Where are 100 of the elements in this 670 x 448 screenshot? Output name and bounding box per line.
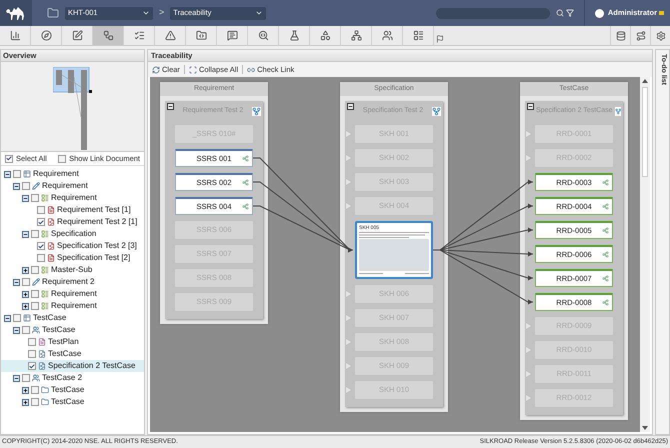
expand-icon[interactable] bbox=[22, 398, 29, 406]
flag-icon[interactable] bbox=[436, 35, 444, 43]
collapse-icon[interactable] bbox=[347, 103, 354, 110]
link-tree-icon[interactable] bbox=[602, 299, 609, 306]
expand-icon[interactable] bbox=[22, 290, 29, 298]
tree-item[interactable]: TestPlan bbox=[1, 336, 144, 348]
tree-item[interactable]: Requirement bbox=[1, 300, 144, 312]
tree-label: Requirement bbox=[51, 300, 97, 312]
scroll-thumb[interactable] bbox=[642, 87, 648, 177]
collapse-icon[interactable] bbox=[13, 182, 20, 190]
tree-item[interactable]: Specification bbox=[1, 228, 144, 240]
link-tree-icon[interactable] bbox=[602, 203, 609, 210]
checkbox[interactable] bbox=[13, 170, 21, 178]
caret-icon bbox=[142, 9, 150, 17]
collapse-icon[interactable] bbox=[13, 278, 20, 286]
checkbox[interactable] bbox=[31, 290, 39, 298]
search-icon[interactable] bbox=[556, 9, 564, 17]
hierarchy-icon[interactable] bbox=[252, 106, 261, 116]
category-icon bbox=[23, 314, 31, 322]
collapse-icon[interactable] bbox=[22, 230, 29, 238]
hierarchy-icon[interactable] bbox=[432, 106, 441, 116]
tree-label: TestCase bbox=[48, 348, 82, 360]
link-tree-icon[interactable] bbox=[602, 251, 609, 258]
expand-icon[interactable] bbox=[22, 266, 29, 274]
expand-icon[interactable] bbox=[22, 302, 29, 310]
search-field[interactable] bbox=[436, 8, 550, 18]
avatar-icon[interactable] bbox=[594, 8, 604, 18]
tree-item[interactable]: TestCase bbox=[1, 324, 144, 336]
checkbox[interactable] bbox=[31, 302, 39, 310]
checkbox[interactable] bbox=[28, 350, 36, 358]
tree-label: Specification bbox=[51, 228, 96, 240]
checkbox[interactable] bbox=[37, 254, 45, 262]
breadcrumb-separator: > bbox=[159, 6, 164, 20]
hierarchy-icon[interactable] bbox=[614, 106, 621, 116]
collapse-icon[interactable] bbox=[527, 103, 534, 110]
text-lines-drawing bbox=[359, 272, 429, 275]
tree-label: Specification Test 2 [3] bbox=[57, 240, 137, 252]
tree-item[interactable]: Requirement bbox=[1, 180, 144, 192]
checkbox[interactable] bbox=[22, 326, 30, 334]
checkbox[interactable] bbox=[22, 374, 30, 382]
tree-item[interactable]: TestCase bbox=[1, 312, 144, 324]
folder-icon[interactable] bbox=[47, 7, 59, 19]
tree-item[interactable]: TestCase bbox=[1, 384, 144, 396]
tree-item[interactable]: TestCase bbox=[1, 348, 144, 360]
checkbox[interactable] bbox=[58, 154, 66, 162]
folder-icon bbox=[41, 398, 49, 406]
tree-item[interactable]: Requirement Test [1] bbox=[1, 204, 144, 216]
checkbox[interactable] bbox=[37, 242, 45, 250]
link-tree-icon[interactable] bbox=[242, 203, 249, 210]
checkbox[interactable] bbox=[22, 278, 30, 286]
toolbar-button[interactable] bbox=[93, 26, 124, 45]
chart-icon bbox=[10, 30, 20, 41]
tree-item[interactable]: Specification 2 TestCase bbox=[1, 360, 144, 372]
tree-label: Requirement bbox=[51, 288, 97, 300]
checkbox[interactable] bbox=[28, 338, 36, 346]
scroll-up-icon[interactable] bbox=[642, 79, 648, 83]
checkbox[interactable] bbox=[37, 206, 45, 214]
tree-item[interactable]: TestCase bbox=[1, 396, 144, 408]
tree-label: Specification 2 TestCase bbox=[48, 360, 136, 372]
checkbox[interactable] bbox=[31, 194, 39, 202]
edit-icon bbox=[72, 30, 82, 41]
collapse-icon bbox=[188, 66, 197, 74]
link-tree-icon[interactable] bbox=[602, 227, 609, 234]
checkbox[interactable] bbox=[31, 266, 39, 274]
checkbox[interactable] bbox=[31, 230, 39, 238]
search-doc-icon bbox=[258, 30, 268, 41]
chat-icon bbox=[226, 30, 238, 41]
link-tree-icon[interactable] bbox=[602, 275, 609, 282]
category-icon bbox=[23, 170, 31, 178]
checkbox[interactable] bbox=[31, 386, 39, 394]
table-icon bbox=[412, 30, 424, 41]
tree-item[interactable]: Requirement bbox=[1, 192, 144, 204]
scrollbar[interactable] bbox=[640, 77, 650, 432]
filter-icon[interactable] bbox=[566, 9, 574, 17]
collapse-icon[interactable] bbox=[4, 170, 11, 178]
checkbox[interactable] bbox=[13, 314, 21, 322]
tree-item[interactable]: Specification Test 2 [3] bbox=[1, 240, 144, 252]
collapse-icon[interactable] bbox=[13, 326, 20, 334]
expand-icon[interactable] bbox=[22, 386, 29, 394]
checkbox[interactable] bbox=[5, 154, 13, 162]
collapse-icon[interactable] bbox=[22, 194, 29, 202]
link-tree-icon[interactable] bbox=[602, 179, 609, 186]
link-tree-icon[interactable] bbox=[242, 155, 249, 162]
tree-item[interactable]: Requirement Test 2 [1] bbox=[1, 216, 144, 228]
collapse-icon[interactable] bbox=[4, 314, 11, 322]
checkbox[interactable] bbox=[31, 398, 39, 406]
collapse-icon[interactable] bbox=[13, 374, 20, 382]
tree-item[interactable]: Requirement 2 bbox=[1, 276, 144, 288]
pdf-icon bbox=[47, 206, 55, 214]
tree-item[interactable]: Specification Test [2] bbox=[1, 252, 144, 264]
tree-item[interactable]: Master-Sub bbox=[1, 264, 144, 276]
tree-item[interactable]: TestCase 2 bbox=[1, 372, 144, 384]
scroll-down-icon[interactable] bbox=[642, 426, 648, 430]
tree-item[interactable]: Requirement bbox=[1, 168, 144, 180]
link-tree-icon[interactable] bbox=[242, 179, 249, 186]
tree-item[interactable]: Requirement bbox=[1, 288, 144, 300]
checkbox[interactable] bbox=[22, 182, 30, 190]
checkbox[interactable] bbox=[37, 218, 45, 226]
checkbox[interactable] bbox=[28, 362, 36, 370]
collapse-icon[interactable] bbox=[167, 103, 174, 110]
